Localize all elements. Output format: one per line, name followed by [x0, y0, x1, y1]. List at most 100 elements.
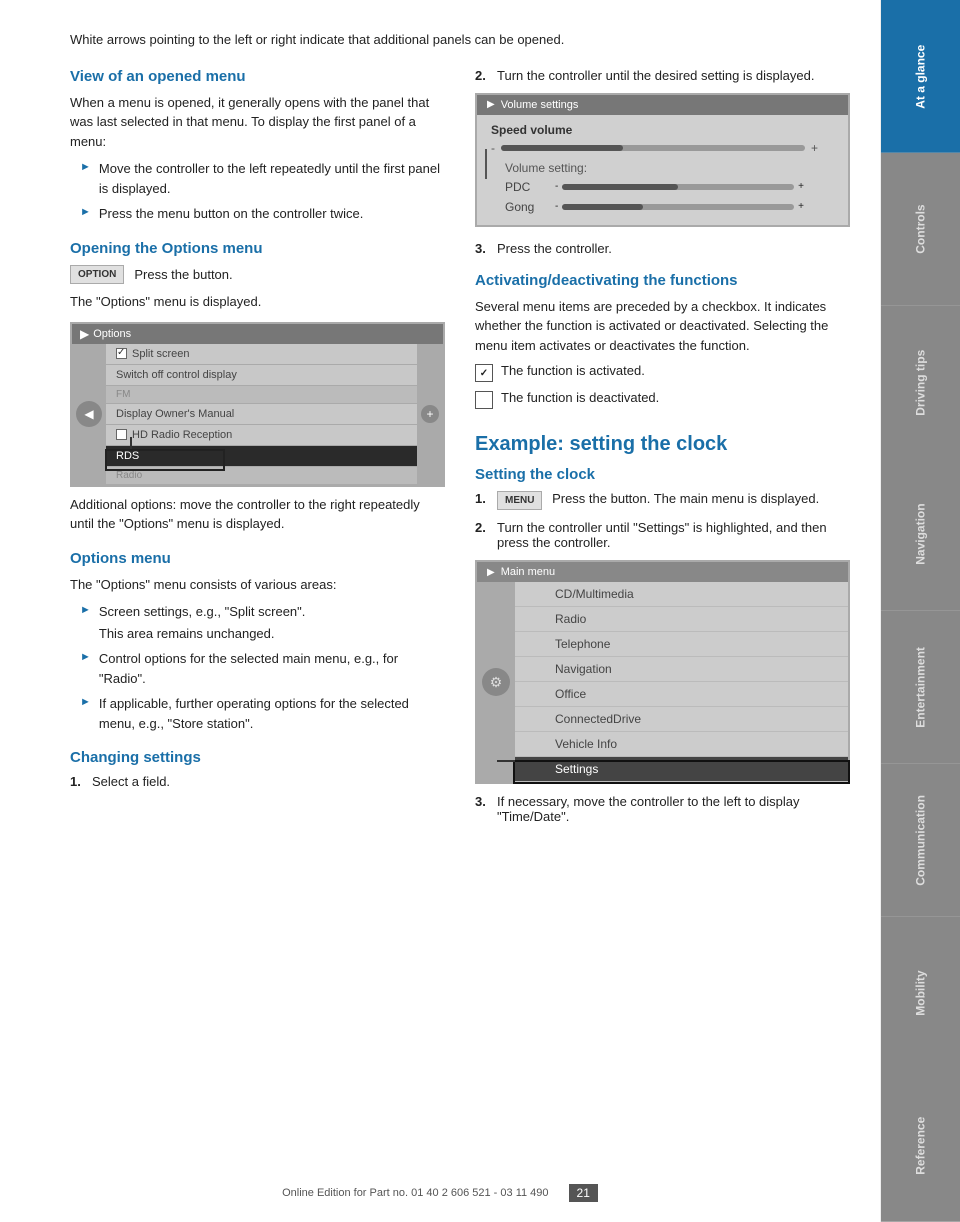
clock-step1-text: Press the button. The main menu is displ…	[552, 491, 819, 506]
sidebar-tab-driving-tips[interactable]: Driving tips	[881, 306, 960, 459]
view-opened-body: When a menu is opened, it generally open…	[70, 93, 445, 152]
pdc-slider-fill	[562, 184, 678, 190]
func-activated-row: The function is activated.	[475, 363, 850, 382]
step-num-2: 2.	[475, 68, 491, 83]
bullet-item-1: ► Move the controller to the left repeat…	[80, 159, 445, 198]
sidebar-tab-at-a-glance[interactable]: At a glance	[881, 0, 960, 153]
menu-item-navigation: Navigation	[515, 657, 848, 682]
options-plus-btn[interactable]: +	[421, 405, 439, 423]
clock-step-num-1: 1.	[475, 491, 491, 506]
options-title-bar: ▶ Options	[72, 324, 443, 344]
func-unchecked-icon	[475, 391, 493, 409]
sidebar-tab-reference[interactable]: Reference	[881, 1069, 960, 1222]
option-button-row: OPTION Press the button.	[70, 265, 445, 285]
speed-slider-fill	[501, 145, 623, 151]
main-menu-items-list: CD/Multimedia Radio Telephone Navigation…	[515, 582, 848, 782]
page-footer: Online Edition for Part no. 01 40 2 606 …	[0, 1184, 880, 1202]
opt-item-hd-radio: HD Radio Reception	[106, 425, 417, 446]
sidebar-tab-controls[interactable]: Controls	[881, 153, 960, 306]
additional-options-text: Additional options: move the controller …	[70, 495, 445, 534]
main-menu-body: ⚙ CD/Multimedia Radio Telephone Navigati…	[477, 582, 848, 782]
opt-item-owners-manual: Display Owner's Manual	[106, 404, 417, 425]
menu-btn-img: MENU	[497, 491, 542, 510]
main-menu-title-bar: ▶ Main menu	[477, 562, 848, 582]
speed-slider-track	[501, 145, 805, 151]
main-menu-screenshot-wrapper: ▶ Main menu ⚙ CD/Multimedia Radio	[475, 560, 850, 784]
options-ctrl-circle[interactable]: ◀	[76, 401, 102, 427]
sidebar-tab-mobility[interactable]: Mobility	[881, 917, 960, 1070]
sidebar-tab-navigation[interactable]: Navigation	[881, 458, 960, 611]
clock-step-1: 1. MENU Press the button. The main menu …	[475, 491, 850, 510]
footer-text: Online Edition for Part no. 01 40 2 606 …	[282, 1187, 548, 1199]
vol-plus: +	[811, 141, 818, 155]
step-num-1: 1.	[70, 774, 86, 789]
gong-row: Gong - +	[491, 197, 818, 217]
main-menu-left-ctrl: ⚙	[477, 582, 515, 782]
opt-item-fm: FM	[106, 386, 417, 404]
sidebar-tab-communication[interactable]: Communication	[881, 764, 960, 917]
options-menu-body: The "Options" menu consists of various a…	[70, 575, 445, 595]
volume-screen-body: Speed volume - + Volume setting: PDC	[477, 115, 848, 225]
gong-slider-track	[562, 204, 794, 210]
gear-icon: ⚙	[482, 668, 510, 696]
bullet-options-3: ► If applicable, further operating optio…	[80, 694, 445, 733]
clock-step3-text: If necessary, move the controller to the…	[497, 794, 850, 824]
vol-minus: -	[491, 141, 495, 155]
example-heading: Example: setting the clock	[475, 433, 850, 456]
opt-item-rds: RDS	[106, 446, 417, 467]
opt-item-radio: Radio	[106, 467, 417, 485]
volume-screenshot: ▶ Volume settings Speed volume - + Volum…	[475, 93, 850, 227]
bullet-text-opt2: Control options for the selected main me…	[99, 649, 445, 688]
opt-label-hd: HD Radio Reception	[132, 429, 232, 441]
clock-step2-text: Turn the controller until "Settings" is …	[497, 520, 850, 550]
section-heading-options: Opening the Options menu	[70, 240, 445, 257]
intro-text: White arrows pointing to the left or rig…	[70, 30, 850, 50]
pdc-label: PDC	[505, 180, 555, 194]
options-menu-body: ◀ Split screen Switch off control displa…	[72, 344, 443, 485]
menu-item-radio: Radio	[515, 607, 848, 632]
opt-label-split: Split screen	[132, 348, 189, 360]
bullet-text-opt3: If applicable, further operating options…	[99, 694, 445, 733]
right-sidebar: At a glance Controls Driving tips Naviga…	[880, 0, 960, 1222]
step-content-1: Select a field.	[92, 774, 445, 789]
func-deactivated-row: The function is deactivated.	[475, 390, 850, 409]
vol-callout-line	[485, 149, 487, 179]
main-menu-screenshot: ▶ Main menu ⚙ CD/Multimedia Radio	[475, 560, 850, 784]
page-number: 21	[569, 1184, 598, 1202]
opt-item-split-screen: Split screen	[106, 344, 417, 365]
bullet-options-2: ► Control options for the selected main …	[80, 649, 445, 688]
options-title: Options	[93, 328, 131, 340]
main-menu-title: Main menu	[501, 566, 555, 578]
options-menu-displayed-text: The "Options" menu is displayed.	[70, 292, 445, 312]
section-heading-activating: Activating/deactivating the functions	[475, 272, 850, 289]
clock-step-content-1: MENU Press the button. The main menu is …	[497, 491, 850, 510]
bullet-text-opt1: Screen settings, e.g., "Split screen".	[99, 604, 306, 619]
bullet-arrow-opt1: ►	[80, 604, 91, 616]
pdc-slider: - +	[555, 181, 804, 192]
step-3-press: 3. Press the controller.	[475, 241, 850, 256]
func-activated-text: The function is activated.	[501, 363, 645, 378]
options-left-ctrl: ◀	[72, 344, 106, 485]
func-deactivated-text: The function is deactivated.	[501, 390, 659, 405]
pdc-row: PDC - +	[491, 177, 818, 197]
menu-item-connected: ConnectedDrive	[515, 707, 848, 732]
menu-item-vehicle: Vehicle Info	[515, 732, 848, 757]
step-num-3: 3.	[475, 241, 491, 256]
gong-label: Gong	[505, 200, 555, 214]
activating-body: Several menu items are preceded by a che…	[475, 297, 850, 356]
bullet-arrow-opt2: ►	[80, 651, 91, 663]
options-menu-items: Split screen Switch off control display …	[106, 344, 417, 485]
bullet-options-1: ► Screen settings, e.g., "Split screen".…	[80, 602, 445, 643]
volume-setting-label: Volume setting:	[491, 155, 818, 177]
section-heading-changing: Changing settings	[70, 749, 445, 766]
clock-step-3: 3. If necessary, move the controller to …	[475, 794, 850, 824]
sidebar-tab-entertainment[interactable]: Entertainment	[881, 611, 960, 764]
clock-step-num-2: 2.	[475, 520, 491, 535]
section-heading-options-menu: Options menu	[70, 550, 445, 567]
clock-step-2: 2. Turn the controller until "Settings" …	[475, 520, 850, 550]
bullet-arrow-opt3: ►	[80, 696, 91, 708]
bullet-text-2: Press the menu button on the controller …	[99, 204, 363, 224]
bullet-arrow-1: ►	[80, 161, 91, 173]
volume-title-bar: ▶ Volume settings	[477, 95, 848, 115]
clock-step-num-3: 3.	[475, 794, 491, 809]
